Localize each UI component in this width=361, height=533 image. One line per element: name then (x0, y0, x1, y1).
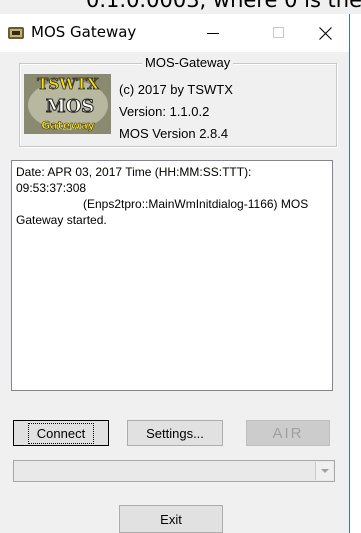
air-button: AIR (246, 420, 330, 446)
log-line: Gateway started. (16, 213, 107, 227)
copyright-text: (c) 2017 by TSWTX (119, 82, 233, 97)
mos-version-text: MOS Version 2.8.4 (119, 126, 229, 141)
window-title: MOS Gateway (31, 23, 137, 41)
exit-button[interactable]: Exit (119, 505, 223, 533)
minimize-button[interactable] (190, 14, 236, 52)
about-group: MOS-Gateway TSWTX MOS Gateway (c) 2017 b… (19, 55, 337, 147)
maximize-button (256, 14, 302, 52)
background-partial-text: 0.1.0.0003, where 0 is the (0, 0, 361, 14)
log-line: 09:53:37:308 (16, 181, 87, 195)
svg-text:Gateway: Gateway (41, 119, 95, 132)
close-button[interactable] (302, 14, 348, 52)
connect-label: Connect (27, 422, 95, 444)
svg-text:MOS: MOS (46, 96, 95, 117)
connect-button[interactable]: Connect (13, 420, 109, 446)
maximize-icon (273, 27, 284, 38)
version-text: Version: 1.1.0.2 (119, 104, 210, 119)
minimize-icon (207, 33, 219, 34)
group-legend: MOS-Gateway (142, 55, 234, 70)
title-bar[interactable]: MOS Gateway (0, 14, 349, 52)
close-icon (318, 26, 332, 40)
gateway-combo[interactable] (13, 460, 335, 482)
tswtx-logo: TSWTX MOS Gateway (24, 74, 111, 134)
settings-button[interactable]: Settings... (127, 420, 223, 446)
log-line: Date: APR 03, 2017 Time (HH:MM:SS:TTT): (16, 165, 252, 179)
mos-gateway-window: MOS Gateway MOS-Gateway TSWTX MOS Gatewa… (0, 14, 350, 533)
app-icon (8, 27, 24, 39)
combo-dropdown-button[interactable] (315, 462, 333, 480)
log-line: (Enps2tpro::MainWmInitdialog-1166) MOS (83, 197, 309, 211)
chevron-down-icon (320, 468, 329, 473)
log-output[interactable]: Date: APR 03, 2017 Time (HH:MM:SS:TTT): … (11, 160, 333, 391)
banner-text: 0.1.0.0003, where 0 is the (86, 0, 361, 12)
svg-text:TSWTX: TSWTX (37, 75, 99, 93)
